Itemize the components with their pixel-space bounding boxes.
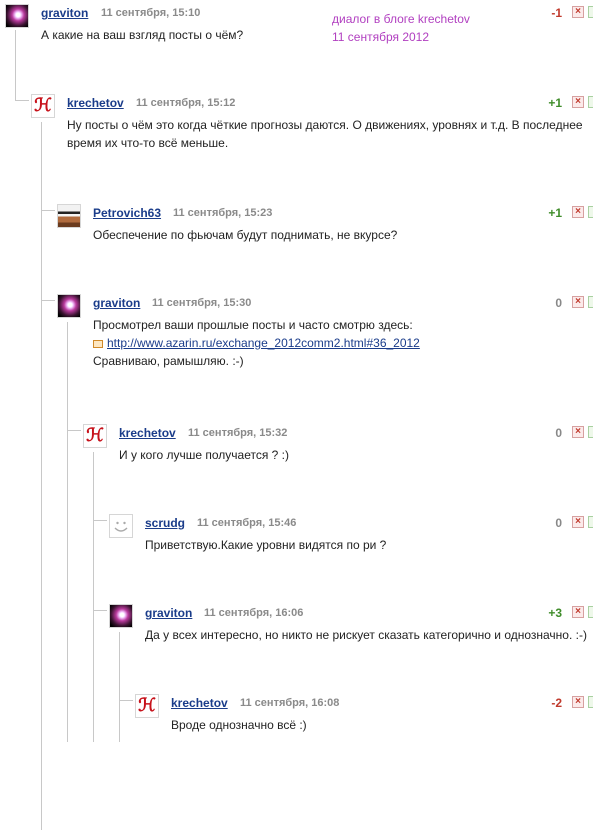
thread-line	[93, 452, 94, 742]
close-icon[interactable]: ×	[572, 206, 584, 218]
close-icon[interactable]: ×	[572, 606, 584, 618]
comment-author-link[interactable]: graviton	[145, 606, 192, 620]
avatar[interactable]	[109, 604, 133, 628]
check-icon[interactable]	[588, 96, 593, 108]
dialog-note-title: диалог в блоге krechetov	[332, 12, 470, 26]
close-icon[interactable]: ×	[572, 296, 584, 308]
comment-date: 11 сентября, 15:46	[197, 517, 297, 529]
comment-text-line: А какие на ваш взгляд посты о чём?	[41, 28, 244, 42]
comment-body: Вроде однозначно всё :)	[171, 716, 307, 734]
thread-branch	[41, 210, 55, 211]
thread-branch	[93, 520, 107, 521]
close-icon[interactable]: ×	[572, 426, 584, 438]
comment-text-line: Ну посты о чём это когда чёткие прогнозы…	[67, 118, 583, 132]
comment-rating: -2	[551, 696, 562, 710]
comment-external-link[interactable]: http://www.azarin.ru/exchange_2012comm2.…	[107, 336, 420, 350]
comment-date: 11 сентября, 15:30	[152, 297, 252, 309]
dialog-note: диалог в блоге krechetov 11 сентября 201…	[332, 10, 470, 46]
comment-body: Ну посты о чём это когда чёткие прогнозы…	[67, 116, 583, 152]
avatar[interactable]	[5, 4, 29, 28]
comment-text-line: Сравниваю, рамышляю. :-)	[93, 354, 244, 368]
comment-text-line: Просмотрел ваши прошлые посты и часто см…	[93, 318, 413, 332]
comment-date: 11 сентября, 15:23	[173, 207, 273, 219]
comment-rating: 0	[555, 296, 562, 310]
thread-branch	[119, 700, 133, 701]
comment-date: 11 сентября, 15:12	[136, 97, 236, 109]
avatar[interactable]	[57, 294, 81, 318]
comment-rating: +1	[548, 206, 562, 220]
thread-branch	[41, 300, 55, 301]
comment-body: И у кого лучше получается ? :)	[119, 446, 289, 464]
comment-author-link[interactable]: scrudg	[145, 516, 185, 530]
comment-author-link[interactable]: graviton	[41, 6, 88, 20]
close-icon[interactable]: ×	[572, 516, 584, 528]
comment-text-line: время их что-то всё меньше.	[67, 136, 229, 150]
comment-date: 11 сентября, 16:06	[204, 607, 304, 619]
check-icon[interactable]	[588, 206, 593, 218]
avatar[interactable]	[109, 514, 133, 538]
thread-line	[67, 322, 68, 742]
comment-body: А какие на ваш взгляд посты о чём?	[41, 26, 243, 44]
krechetov-logo-icon: ℋ	[138, 695, 156, 716]
thread-line	[119, 632, 120, 742]
smiley-icon	[114, 521, 128, 532]
thread-branch	[93, 610, 107, 611]
check-icon[interactable]	[588, 426, 593, 438]
krechetov-logo-icon: ℋ	[34, 95, 52, 116]
comment-author-link[interactable]: graviton	[93, 296, 140, 310]
avatar[interactable]: ℋ	[135, 694, 159, 718]
check-icon[interactable]	[588, 606, 593, 618]
check-icon[interactable]	[588, 696, 593, 708]
comment-body: Да у всех интересно, но никто не рискует…	[145, 626, 587, 644]
comment-body: Приветствую.Какие уровни видятся по ри ?	[145, 536, 386, 554]
comment-rating: -1	[551, 6, 562, 20]
krechetov-logo-icon: ℋ	[86, 425, 104, 446]
comment-rating: +1	[548, 96, 562, 110]
comment-date: 11 сентября, 16:08	[240, 697, 340, 709]
thread-branch	[67, 430, 81, 431]
comment-rating: 0	[555, 516, 562, 530]
comment-link-row: http://www.azarin.ru/exchange_2012comm2.…	[93, 334, 420, 352]
thread-line	[41, 122, 42, 830]
check-icon[interactable]	[588, 516, 593, 528]
avatar[interactable]: ℋ	[31, 94, 55, 118]
close-icon[interactable]: ×	[572, 6, 584, 18]
comment-text-line: И у кого лучше получается ? :)	[119, 448, 290, 462]
external-link-icon	[93, 339, 103, 348]
dialog-note-date: 11 сентября 2012	[332, 30, 430, 44]
check-icon[interactable]	[588, 6, 593, 18]
comment-author-link[interactable]: Petrovich63	[93, 206, 161, 220]
close-icon[interactable]: ×	[572, 96, 584, 108]
comment-text-line: Обеспечение по фьючам будут поднимать, н…	[93, 228, 398, 242]
comment-date: 11 сентября, 15:32	[188, 427, 288, 439]
comment-text-line: Приветствую.Какие уровни видятся по ри ?	[145, 538, 387, 552]
thread-branch	[15, 100, 29, 101]
comment-body: Просмотрел ваши прошлые посты и часто см…	[93, 316, 420, 370]
avatar[interactable]: ℋ	[83, 424, 107, 448]
comment-text-line: Да у всех интересно, но никто не рискует…	[145, 628, 587, 642]
comment-author-link[interactable]: krechetov	[67, 96, 124, 110]
comment-author-link[interactable]: krechetov	[119, 426, 176, 440]
close-icon[interactable]: ×	[572, 696, 584, 708]
comment-date: 11 сентября, 15:10	[101, 7, 201, 19]
comment-body: Обеспечение по фьючам будут поднимать, н…	[93, 226, 397, 244]
comment-rating: +3	[548, 606, 562, 620]
comment-text-line: Вроде однозначно всё :)	[171, 718, 307, 732]
check-icon[interactable]	[588, 296, 593, 308]
comment-author-link[interactable]: krechetov	[171, 696, 228, 710]
comment-rating: 0	[555, 426, 562, 440]
avatar[interactable]	[57, 204, 81, 228]
thread-line	[15, 30, 16, 100]
